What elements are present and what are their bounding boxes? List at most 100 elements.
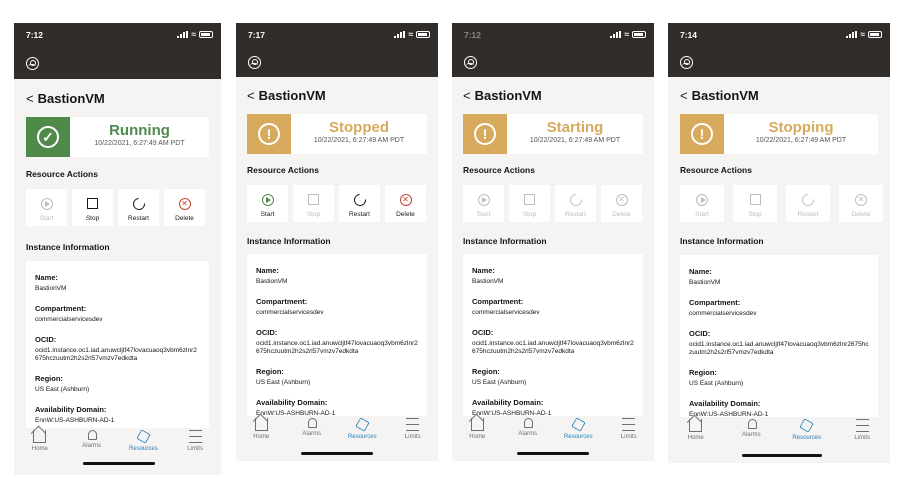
battery-icon bbox=[416, 30, 430, 38]
start-button[interactable]: Start bbox=[247, 185, 288, 222]
cube-icon bbox=[355, 417, 370, 432]
name-value: BastionVM bbox=[689, 279, 721, 286]
stop-icon bbox=[524, 194, 535, 205]
status-bar: 7:17 ≈ bbox=[236, 23, 438, 43]
profile-icon[interactable] bbox=[26, 57, 39, 70]
play-icon bbox=[477, 193, 490, 206]
restart-button[interactable]: Restart bbox=[339, 185, 380, 222]
compartment-label: Compartment: bbox=[472, 296, 524, 306]
name-value: BastionVM bbox=[35, 285, 67, 292]
delete-icon: ✕ bbox=[178, 197, 191, 210]
tab-home-label: Home bbox=[469, 434, 486, 440]
delete-label: Delete bbox=[612, 211, 631, 218]
compartment-label: Compartment: bbox=[689, 297, 741, 307]
exclamation-circle-icon: ! bbox=[680, 114, 724, 154]
battery-icon bbox=[632, 30, 646, 38]
stop-button[interactable]: Stop bbox=[509, 185, 550, 222]
status-card: ! Starting 10/22/2021, 6:27:49 AM PDT bbox=[463, 114, 643, 154]
restart-button[interactable]: Restart bbox=[786, 185, 830, 222]
back-button[interactable]: < BastionVM bbox=[247, 88, 326, 103]
home-icon bbox=[470, 418, 484, 431]
back-button[interactable]: < BastionVM bbox=[463, 88, 542, 103]
start-button[interactable]: Start bbox=[26, 189, 67, 226]
resource-actions-title: Resource Actions bbox=[680, 165, 752, 175]
back-button[interactable]: < BastionVM bbox=[26, 91, 105, 106]
start-button[interactable]: Start bbox=[463, 185, 504, 222]
tab-alarms-label: Alarms bbox=[82, 443, 101, 449]
home-indicator[interactable] bbox=[742, 454, 822, 457]
resource-actions: Start Stop Restart ✕ Delete bbox=[247, 185, 426, 222]
tab-alarms-label: Alarms bbox=[302, 431, 322, 437]
stop-button[interactable]: Stop bbox=[72, 189, 113, 226]
tab-limits[interactable]: Limits bbox=[609, 418, 649, 461]
phone-screen-starting: 7:12 ≈ < BastionVM ! Starting 10/22/2021,… bbox=[452, 23, 654, 461]
state-label: Starting bbox=[546, 119, 604, 136]
name-value: BastionVM bbox=[472, 278, 504, 285]
restart-button[interactable]: Restart bbox=[118, 189, 159, 226]
tab-alarms[interactable]: Alarms bbox=[72, 430, 112, 475]
ocid-label: OCID: bbox=[256, 327, 278, 337]
delete-button[interactable]: ✕ Delete bbox=[839, 185, 883, 222]
app-header: 7:12 ≈ bbox=[452, 23, 654, 77]
instance-info-card: Name: BastionVM Compartment: commercials… bbox=[26, 261, 209, 429]
resource-actions: Start Stop Restart ✕ Delete bbox=[463, 185, 642, 222]
home-icon bbox=[254, 418, 268, 431]
tab-home[interactable]: Home bbox=[20, 430, 60, 475]
tab-resources[interactable]: Resources bbox=[123, 429, 163, 475]
tab-alarms-label: Alarms bbox=[741, 432, 761, 438]
compartment-value: commercialservicesdev bbox=[256, 308, 324, 316]
home-indicator[interactable] bbox=[83, 462, 155, 465]
instance-info-card: Name: BastionVM Compartment: commercials… bbox=[463, 254, 643, 417]
clock: 7:17 bbox=[248, 30, 266, 40]
tab-limits[interactable]: Limits bbox=[393, 418, 433, 461]
cube-icon bbox=[136, 429, 151, 444]
stop-button[interactable]: Stop bbox=[733, 185, 777, 222]
state-timestamp: 10/22/2021, 6:27:49 AM PDT bbox=[529, 137, 621, 144]
back-button[interactable]: < BastionVM bbox=[680, 88, 759, 103]
delete-button[interactable]: ✕ Delete bbox=[385, 185, 426, 222]
region-value: US East (Ashburn) bbox=[472, 379, 527, 387]
stop-button[interactable]: Stop bbox=[293, 185, 334, 222]
name-label: Name: bbox=[689, 267, 712, 276]
tab-limits[interactable]: Limits bbox=[842, 419, 882, 463]
delete-button[interactable]: ✕ Delete bbox=[164, 189, 205, 226]
ad-label: Availability Domain: bbox=[472, 397, 544, 407]
delete-label: Delete bbox=[396, 211, 415, 218]
profile-icon[interactable] bbox=[464, 56, 477, 69]
list-icon bbox=[622, 418, 636, 431]
stop-label: Stop bbox=[522, 211, 537, 218]
phone-screen-stopped: 7:17 ≈ < BastionVM ! Stopped 10/22/2021, … bbox=[236, 23, 438, 461]
tab-home[interactable]: Home bbox=[241, 418, 281, 461]
start-button[interactable]: Start bbox=[680, 185, 724, 222]
status-icons: ≈ bbox=[177, 29, 213, 39]
profile-icon[interactable] bbox=[680, 56, 693, 69]
tab-home[interactable]: Home bbox=[676, 419, 716, 463]
ocid-label: OCID: bbox=[472, 327, 494, 337]
profile-icon[interactable] bbox=[248, 56, 261, 69]
ocid-value: ocid1.instance.oc1.iad.anuwcljtf47lovacu… bbox=[689, 340, 869, 357]
ocid-value: ocid1.instance.oc1.iad.anuwcljtf47lovacu… bbox=[256, 339, 418, 356]
name-label: Name: bbox=[472, 266, 495, 275]
restart-button[interactable]: Restart bbox=[555, 185, 596, 222]
wifi-icon: ≈ bbox=[191, 29, 196, 39]
delete-icon: ✕ bbox=[615, 193, 628, 206]
wifi-icon: ≈ bbox=[624, 29, 629, 39]
restart-label: Restart bbox=[565, 211, 586, 218]
instance-info-title: Instance Information bbox=[247, 236, 331, 246]
delete-button[interactable]: ✕ Delete bbox=[601, 185, 642, 222]
tab-limits-label: Limits bbox=[187, 446, 203, 452]
tab-home-label: Home bbox=[687, 435, 704, 441]
tab-limits[interactable]: Limits bbox=[175, 430, 215, 475]
home-indicator[interactable] bbox=[517, 452, 589, 455]
tab-limits-label: Limits bbox=[854, 435, 871, 441]
clock: 7:12 bbox=[26, 30, 44, 40]
region-label: Region: bbox=[689, 368, 717, 378]
home-indicator[interactable] bbox=[301, 452, 373, 455]
resource-actions-title: Resource Actions bbox=[247, 165, 319, 175]
restart-icon bbox=[351, 191, 368, 208]
region-label: Region: bbox=[35, 374, 63, 384]
status-bar: 7:12 ≈ bbox=[14, 23, 221, 43]
restart-label: Restart bbox=[797, 211, 819, 218]
stop-label: Stop bbox=[748, 211, 762, 218]
tab-home[interactable]: Home bbox=[457, 418, 497, 461]
